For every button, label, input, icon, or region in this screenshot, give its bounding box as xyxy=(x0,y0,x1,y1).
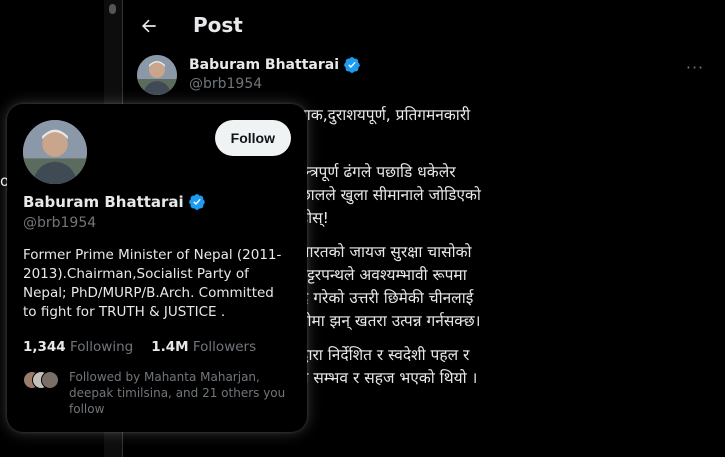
post-topbar: Post xyxy=(123,0,725,52)
page: o Post Baburam Bhattarai @brb1954 ··· खत… xyxy=(0,0,725,457)
verified-badge-icon xyxy=(188,194,205,210)
author-name[interactable]: Baburam Bhattarai xyxy=(189,56,361,74)
hover-card-stats: 1,344 Following 1.4M Followers xyxy=(23,339,256,355)
more-options-button[interactable]: ··· xyxy=(681,57,709,77)
post-header: Baburam Bhattarai @brb1954 ··· xyxy=(137,53,717,97)
arrow-left-icon xyxy=(142,19,156,33)
author-photo xyxy=(137,55,177,95)
author-avatar[interactable] xyxy=(137,55,177,95)
page-title: Post xyxy=(193,13,243,37)
verified-badge-icon xyxy=(344,57,360,73)
follower-avatar xyxy=(41,371,59,389)
profile-hover-card: Follow Baburam Bhattarai @brb1954 Former… xyxy=(7,104,307,432)
followed-by-text: Followed by Mahanta Maharjan, deepak tim… xyxy=(69,370,286,416)
hover-card-avatar[interactable] xyxy=(23,120,87,184)
hover-card-name-text: Baburam Bhattarai xyxy=(23,193,184,211)
hover-card-bio: Former Prime Minister of Nepal (2011-201… xyxy=(23,247,282,320)
following-count: 1,344 xyxy=(23,339,66,355)
hover-card-handle[interactable]: @brb1954 xyxy=(23,215,96,231)
follow-button[interactable]: Follow xyxy=(214,120,291,156)
followed-by-row[interactable]: Followed by Mahanta Maharjan, deepak tim… xyxy=(23,369,293,417)
following-label: Following xyxy=(70,339,134,355)
more-horizontal-icon: ··· xyxy=(685,57,705,77)
back-button[interactable] xyxy=(133,10,165,42)
author-handle[interactable]: @brb1954 xyxy=(189,76,262,92)
scrollbar-thumb[interactable] xyxy=(109,4,116,14)
followers-link[interactable]: 1.4M Followers xyxy=(151,339,256,355)
author-name-text: Baburam Bhattarai xyxy=(189,57,339,73)
following-link[interactable]: 1,344 Following xyxy=(23,339,133,355)
hover-card-name[interactable]: Baburam Bhattarai xyxy=(23,193,206,211)
follower-avatars xyxy=(23,369,61,389)
profile-photo xyxy=(23,120,87,184)
followers-label: Followers xyxy=(192,339,257,355)
followers-count: 1.4M xyxy=(151,339,189,355)
